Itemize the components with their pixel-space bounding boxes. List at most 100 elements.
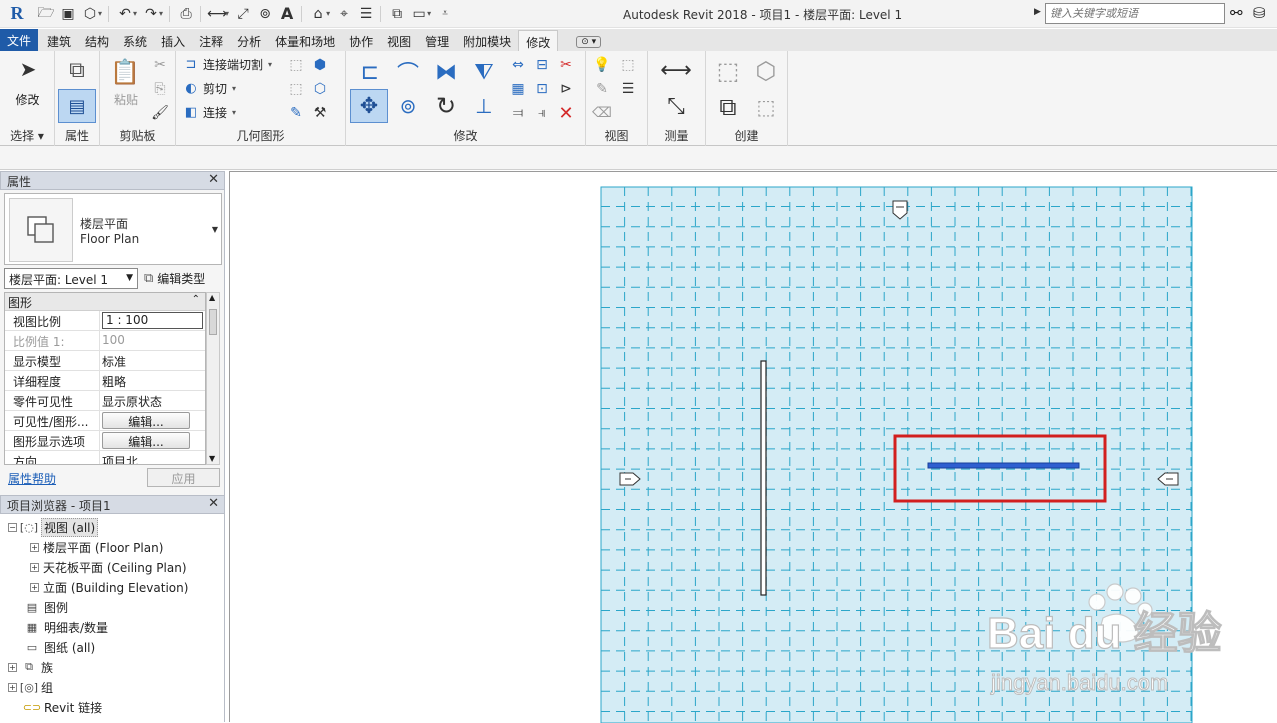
undo-dropdown-icon[interactable]: ▾ bbox=[133, 9, 137, 18]
tree-item-families[interactable]: + ⧉ 族 bbox=[8, 657, 53, 677]
edit-type-button[interactable]: ⧉ 编辑类型 bbox=[144, 268, 205, 289]
apply-button[interactable]: 应用 bbox=[147, 468, 220, 487]
tag-icon[interactable]: ⊚ bbox=[255, 4, 275, 24]
split-face-icon[interactable]: ⬢ bbox=[310, 55, 330, 75]
scroll-down-icon[interactable]: ▼ bbox=[209, 454, 215, 463]
properties-scrollbar[interactable]: ▲ ▼ bbox=[206, 292, 220, 465]
paint-icon[interactable]: ⬡ bbox=[310, 79, 330, 99]
tab-modify[interactable]: 修改 bbox=[518, 30, 559, 51]
tree-item-floor-plan[interactable]: + 楼层平面 (Floor Plan) bbox=[30, 537, 163, 557]
tree-item-groups[interactable]: + [◎] 组 bbox=[8, 677, 53, 697]
search-expand-icon[interactable]: ▶ bbox=[1034, 7, 1041, 17]
tab-addins[interactable]: 附加模块 bbox=[456, 30, 518, 51]
expand-toggle-icon[interactable]: + bbox=[30, 582, 39, 592]
undo-icon[interactable]: ↶ bbox=[115, 4, 135, 24]
tab-architecture[interactable]: 建筑 bbox=[40, 30, 78, 51]
expand-toggle-icon[interactable]: + bbox=[8, 662, 17, 672]
delete-icon[interactable]: ✕ bbox=[556, 103, 576, 124]
prop-value[interactable]: 项目北 bbox=[100, 451, 205, 464]
copy-icon[interactable]: ⎘ bbox=[150, 79, 170, 99]
switch-windows-dropdown-icon[interactable]: ▾ bbox=[427, 9, 431, 18]
graphics-group[interactable]: 图形 ⌃ bbox=[5, 293, 205, 311]
tree-item-legends[interactable]: ▤ 图例 bbox=[24, 597, 68, 617]
measure-icon[interactable]: ⟷ bbox=[207, 4, 227, 24]
thin-lines-view-icon[interactable]: ☰ bbox=[618, 79, 638, 99]
prop-value[interactable]: 粗略 bbox=[100, 371, 205, 390]
create-parts-icon[interactable]: ⬡ bbox=[750, 55, 782, 87]
align-icon[interactable]: ⊏ bbox=[354, 57, 386, 87]
hide-bulb-icon[interactable]: 💡 bbox=[592, 55, 612, 75]
sync-icon[interactable]: ⬡ bbox=[80, 4, 100, 24]
aligned-dimension-icon[interactable]: ⤢ bbox=[233, 4, 253, 24]
measure-between-icon[interactable]: ⟷ bbox=[656, 57, 696, 83]
wall-joins-icon[interactable]: ⬚ bbox=[286, 55, 306, 75]
close-hidden-icon[interactable]: ⧉ bbox=[387, 4, 407, 24]
join-button[interactable]: ◧ 连接 ▾ bbox=[182, 103, 236, 121]
binoculars-icon[interactable]: ⚯ bbox=[1230, 4, 1243, 22]
search-input[interactable] bbox=[1045, 3, 1225, 24]
selected-line[interactable] bbox=[927, 462, 1080, 469]
properties-help-link[interactable]: 属性帮助 bbox=[8, 470, 56, 487]
tab-massing-site[interactable]: 体量和场地 bbox=[268, 30, 342, 51]
ribbon-minimize-button[interactable]: ⊙ ▾ bbox=[566, 30, 611, 51]
tree-item-ceiling-plan[interactable]: + 天花板平面 (Ceiling Plan) bbox=[30, 557, 187, 577]
type-properties-icon[interactable]: ⧉ bbox=[61, 55, 93, 85]
tab-manage[interactable]: 管理 bbox=[418, 30, 456, 51]
redo-dropdown-icon[interactable]: ▾ bbox=[159, 9, 163, 18]
wall-line-vertical[interactable] bbox=[760, 360, 767, 596]
switch-windows-icon[interactable]: ▭ bbox=[409, 4, 429, 24]
prop-value[interactable]: 标准 bbox=[100, 351, 205, 370]
properties-icon[interactable]: ▤ bbox=[58, 89, 96, 123]
collapse-icon[interactable]: ⌃ bbox=[192, 294, 200, 305]
split-element-icon[interactable]: ⇔ bbox=[508, 55, 528, 75]
paste-button[interactable]: 粘贴 bbox=[106, 91, 146, 108]
graphic-display-edit-button[interactable]: 编辑... bbox=[102, 432, 190, 449]
expand-toggle-icon[interactable]: + bbox=[30, 542, 39, 552]
section-icon[interactable]: ⌖ bbox=[334, 4, 354, 24]
unpin-icon[interactable]: ✂ bbox=[556, 55, 576, 75]
text-icon[interactable]: A bbox=[277, 4, 297, 24]
visibility-edit-button[interactable]: 编辑... bbox=[102, 412, 190, 429]
floor-plan-view[interactable] bbox=[230, 172, 1277, 723]
trim-single-icon[interactable]: ⫣ bbox=[532, 103, 552, 123]
print-icon[interactable]: ⎙ bbox=[176, 4, 196, 24]
scroll-thumb[interactable] bbox=[209, 309, 217, 335]
edit-boundary-icon[interactable]: ✎ bbox=[286, 103, 306, 123]
thin-lines-icon[interactable]: ☰ bbox=[356, 4, 376, 24]
tree-item-revit-links[interactable]: ⊂⊃ Revit 链接 bbox=[23, 697, 102, 717]
instance-selector[interactable]: 楼层平面: Level 1 ▼ bbox=[4, 268, 138, 289]
measure-dropdown-icon[interactable]: ▾ bbox=[225, 9, 229, 18]
tree-item-elevation[interactable]: + 立面 (Building Elevation) bbox=[30, 577, 188, 597]
create-similar-icon[interactable]: ⬚ bbox=[750, 91, 782, 123]
join-cut-button[interactable]: ⊐ 连接端切割 ▾ bbox=[182, 55, 272, 73]
tab-view[interactable]: 视图 bbox=[380, 30, 418, 51]
cut-dropdown-icon[interactable]: ▾ bbox=[232, 84, 236, 93]
cut-icon[interactable]: ✂ bbox=[150, 55, 170, 75]
revit-logo-icon[interactable]: R bbox=[6, 3, 28, 25]
customize-toolbar-icon[interactable]: ⩡ bbox=[435, 4, 455, 24]
expand-toggle-icon[interactable]: + bbox=[30, 562, 39, 572]
cut-button[interactable]: ◐ 剪切 ▾ bbox=[182, 79, 236, 97]
type-dropdown-icon[interactable]: ▼ bbox=[212, 225, 218, 234]
mirror-axis-icon[interactable]: ⧓ bbox=[430, 57, 462, 87]
mirror-draw-icon[interactable]: ⧨ bbox=[468, 57, 500, 87]
open-icon[interactable]: 🗁 bbox=[36, 4, 56, 24]
tree-item-schedules[interactable]: ▦ 明细表/数量 bbox=[24, 617, 108, 637]
tree-item-views[interactable]: − [◌] 视图 (all) bbox=[8, 517, 99, 537]
trim-multiple-icon[interactable]: ⫤ bbox=[508, 103, 528, 123]
close-icon[interactable]: ✕ bbox=[208, 496, 219, 511]
scroll-up-icon[interactable]: ▲ bbox=[209, 293, 215, 302]
save-icon[interactable]: ▣ bbox=[58, 4, 78, 24]
modify-button[interactable]: 修改 bbox=[0, 91, 55, 108]
subscription-icon[interactable]: ⛁ bbox=[1253, 4, 1266, 22]
3d-view-icon[interactable]: ⌂ bbox=[308, 4, 328, 24]
eraser-icon[interactable]: ⌫ bbox=[592, 103, 612, 123]
aligned-dim-icon[interactable]: ⤡ bbox=[656, 93, 696, 119]
tab-analyze[interactable]: 分析 bbox=[230, 30, 268, 51]
create-assembly-icon[interactable]: ⬚ bbox=[712, 55, 744, 87]
collapse-toggle-icon[interactable]: − bbox=[8, 522, 17, 532]
expand-toggle-icon[interactable]: + bbox=[8, 682, 17, 692]
tab-file[interactable]: 文件 bbox=[0, 29, 39, 51]
close-icon[interactable]: ✕ bbox=[208, 172, 219, 187]
pin-icon[interactable]: ⊳ bbox=[556, 79, 576, 99]
